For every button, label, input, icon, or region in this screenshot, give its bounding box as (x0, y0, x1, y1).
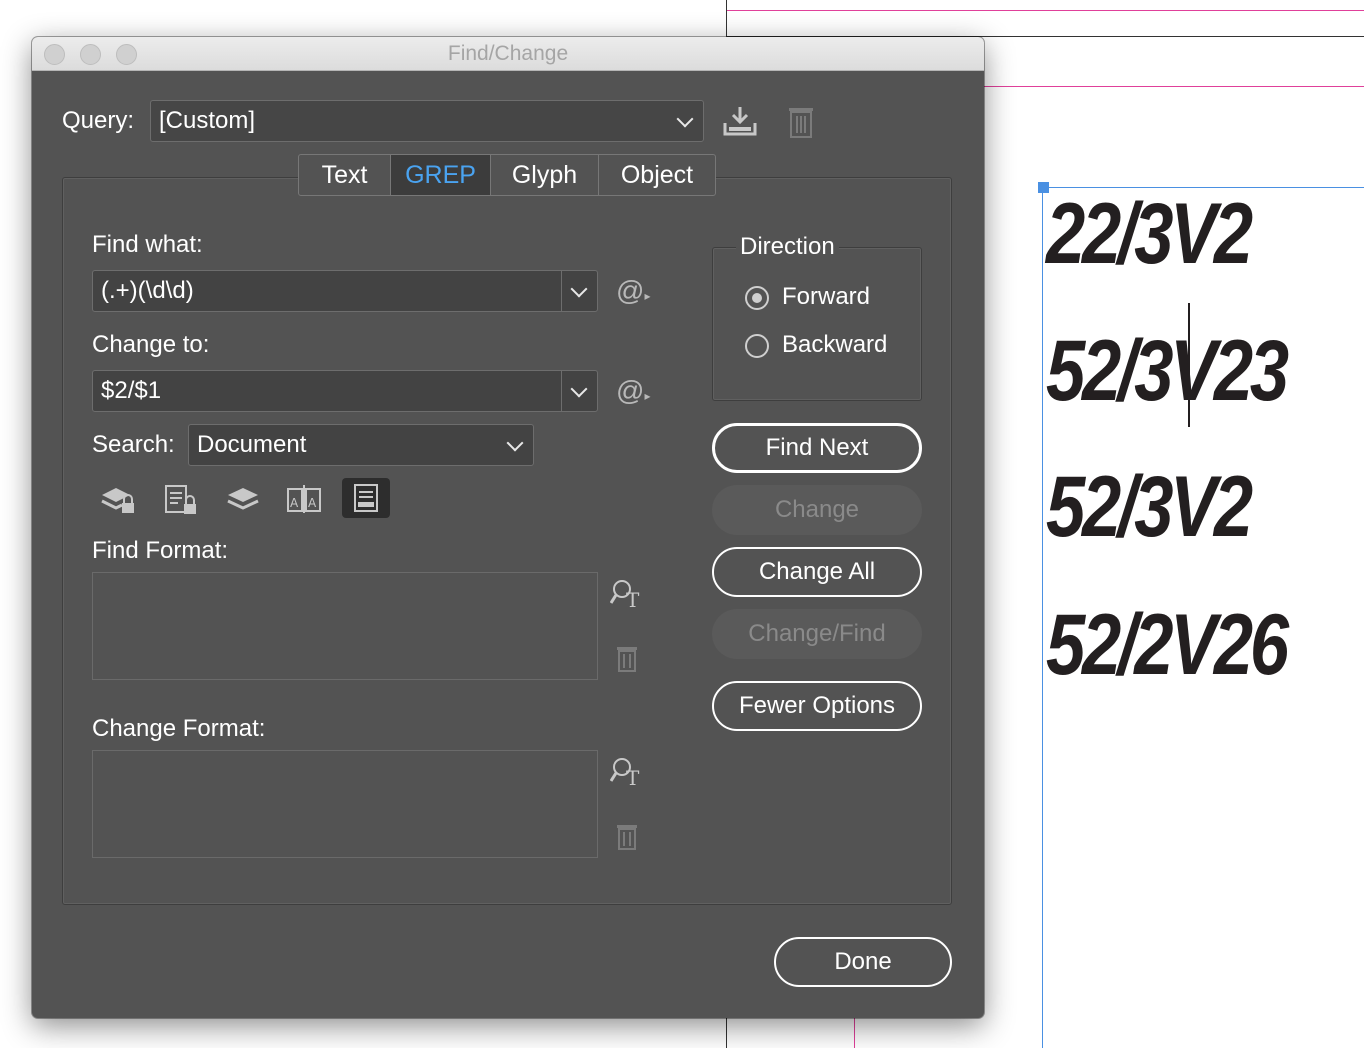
title-bar[interactable]: Find/Change (32, 37, 984, 71)
chevron-down-icon (506, 434, 524, 452)
svg-text:T: T (626, 588, 640, 609)
forward-radio[interactable] (745, 286, 769, 310)
document-text-line[interactable]: 52/2V26 (1046, 596, 1289, 695)
include-locked-layers-icon[interactable] (100, 483, 138, 515)
clear-change-format-icon[interactable] (616, 823, 638, 851)
tab-glyph[interactable]: Glyph (491, 155, 599, 195)
save-query-icon[interactable] (722, 105, 758, 137)
chevron-down-icon (676, 110, 694, 128)
text-cursor (1188, 303, 1190, 427)
find-format-label: Find Format: (92, 537, 229, 564)
find-what-input[interactable]: (.+)(\d\d) (92, 270, 598, 312)
query-label: Query: (62, 107, 135, 134)
include-master-pages-icon[interactable]: A A (286, 483, 322, 515)
fewer-options-button[interactable]: Fewer Options (712, 681, 922, 731)
query-value: [Custom] (159, 107, 256, 134)
document-text-line[interactable]: 22/3V2 (1046, 185, 1253, 284)
dialog-title: Find/Change (447, 42, 569, 65)
search-label: Search: (92, 431, 175, 458)
tab-text[interactable]: Text (299, 155, 391, 195)
backward-label[interactable]: Backward (782, 331, 887, 359)
margin-guide (984, 86, 1364, 87)
svg-text:A: A (290, 496, 299, 510)
search-scope-select[interactable]: Document (188, 424, 534, 466)
tab-object[interactable]: Object (599, 155, 715, 195)
svg-text:T: T (626, 766, 640, 787)
document-text-line[interactable]: 52/3V23 (1046, 322, 1289, 421)
margin-guide (726, 10, 1364, 11)
special-characters-icon[interactable]: @▸ (616, 375, 650, 407)
mode-tabs: Text GREP Glyph Object (298, 154, 716, 196)
chevron-down-icon[interactable] (570, 280, 588, 298)
find-change-dialog: Find/Change Query: [Custom] Text GREP Gl… (32, 37, 984, 1018)
specify-find-format-icon[interactable]: T (610, 577, 646, 609)
special-characters-icon[interactable]: @▸ (616, 275, 650, 307)
include-hidden-layers-icon[interactable] (226, 485, 260, 513)
find-what-value: (.+)(\d\d) (101, 277, 194, 304)
change-to-value: $2/$1 (101, 377, 162, 404)
page-edge (726, 0, 727, 37)
change-all-button[interactable]: Change All (712, 547, 922, 597)
include-footnotes-icon (354, 484, 378, 512)
svg-text:A: A (308, 496, 317, 510)
include-locked-stories-icon[interactable] (164, 483, 200, 517)
direction-title: Direction (736, 233, 839, 261)
page-edge (726, 1018, 727, 1048)
chevron-down-icon[interactable] (570, 380, 588, 398)
direction-group (712, 247, 922, 401)
margin-guide (854, 1018, 855, 1048)
specify-change-format-icon[interactable]: T (610, 755, 646, 787)
find-what-label: Find what: (92, 231, 203, 258)
text-frame-left (1042, 187, 1043, 1048)
forward-label[interactable]: Forward (782, 283, 870, 311)
tab-grep[interactable]: GREP (391, 155, 491, 195)
done-button[interactable]: Done (774, 937, 952, 987)
change-to-input[interactable]: $2/$1 (92, 370, 598, 412)
find-next-button[interactable]: Find Next (712, 423, 922, 473)
delete-query-icon[interactable] (788, 105, 814, 139)
change-to-label: Change to: (92, 331, 210, 358)
search-scope-value: Document (197, 431, 307, 458)
query-select[interactable]: [Custom] (150, 100, 704, 142)
change-format-label: Change Format: (92, 715, 266, 742)
change-find-button[interactable]: Change/Find (712, 609, 922, 659)
change-button[interactable]: Change (712, 485, 922, 535)
backward-radio[interactable] (745, 334, 769, 358)
include-footnotes-toggle[interactable] (342, 478, 390, 518)
find-format-box[interactable] (92, 572, 598, 680)
change-format-box[interactable] (92, 750, 598, 858)
clear-find-format-icon[interactable] (616, 645, 638, 673)
document-text-line[interactable]: 52/3V2 (1046, 458, 1253, 557)
